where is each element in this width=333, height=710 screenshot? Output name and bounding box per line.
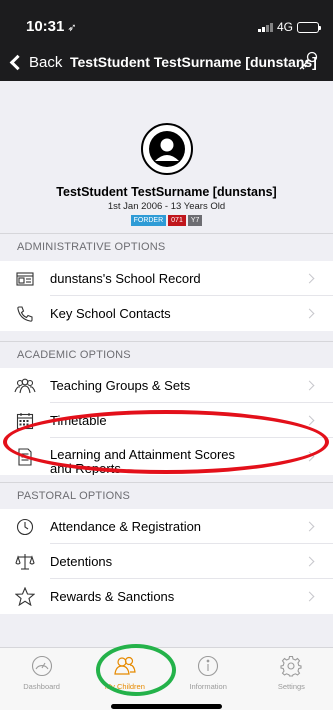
row-attendance[interactable]: Attendance & Registration [0, 509, 333, 544]
id-card-icon [0, 271, 50, 287]
row-label: Learning and Attainment Scores and Repor… [50, 446, 236, 475]
battery-icon [297, 21, 321, 33]
row-label: Timetable [50, 413, 107, 428]
group-icon [0, 378, 50, 394]
row-timetable[interactable]: Timetable [0, 403, 333, 438]
row-learning-attainment[interactable]: Learning and Attainment Scores and Repor… [0, 438, 333, 475]
key-icon[interactable] [297, 50, 319, 77]
avatar [141, 123, 193, 175]
location-arrow-icon: ➶ [67, 22, 77, 34]
clock-icon [0, 518, 50, 536]
tab-dashboard[interactable]: Dashboard [0, 648, 83, 710]
row-label: dunstans's School Record [50, 271, 201, 286]
nav-title: TestStudent TestSurname [dunstans] [70, 54, 317, 70]
row-label: Rewards & Sanctions [50, 589, 175, 604]
phone-icon [0, 305, 50, 323]
badge-year: Y7 [187, 215, 203, 226]
people-icon [114, 656, 136, 675]
dashboard-icon [31, 655, 52, 677]
section-header-administrative: ADMINISTRATIVE OPTIONS [0, 233, 333, 261]
chevron-right-icon [304, 273, 315, 284]
header: 10:31 ➶ 4G Back TestStudent TestSurname [… [0, 0, 333, 81]
row-school-record[interactable]: dunstans's School Record [0, 261, 333, 296]
chevron-right-icon [304, 451, 315, 462]
star-icon [0, 587, 50, 606]
chevron-right-icon [304, 556, 315, 567]
info-icon [198, 655, 219, 677]
badge-form: FORDER [130, 215, 167, 226]
student-dob: 1st Jan 2006 - 13 Years Old [107, 201, 226, 212]
network-label: 4G [276, 20, 293, 34]
home-indicator [111, 704, 222, 709]
tab-label: My Children [104, 682, 145, 691]
section-header-academic: ACADEMIC OPTIONS [0, 341, 333, 369]
status-time: 10:31 ➶ [26, 18, 77, 35]
back-button[interactable]: Back [8, 54, 62, 71]
student-name: TestStudent TestSurname [dunstans] [56, 185, 277, 199]
chevron-right-icon [304, 380, 315, 391]
badges: FORDER 071 Y7 [0, 215, 333, 226]
row-rewards[interactable]: Rewards & Sanctions [0, 579, 333, 614]
profile-section: TestStudent TestSurname [dunstans] 1st J… [0, 81, 333, 234]
section-header-pastoral: PASTORAL OPTIONS [0, 482, 333, 510]
back-label: Back [29, 54, 63, 71]
chevron-left-icon [9, 54, 26, 71]
tab-label: Information [189, 682, 227, 691]
row-teaching-groups[interactable]: Teaching Groups & Sets [0, 368, 333, 403]
calendar-icon [0, 412, 50, 430]
status-right: 4G [257, 20, 321, 34]
tab-label: Dashboard [23, 682, 60, 691]
person-icon [149, 131, 185, 167]
tab-information[interactable]: Information [167, 648, 250, 710]
chevron-right-icon [304, 591, 315, 602]
row-detentions[interactable]: Detentions [0, 544, 333, 579]
row-label: Attendance & Registration [50, 519, 202, 534]
badge-code: 071 [168, 215, 186, 226]
status-bar: 10:31 ➶ 4G [0, 0, 333, 40]
tab-label: Settings [277, 682, 305, 691]
chevron-right-icon [304, 521, 315, 532]
row-label: Key School Contacts [50, 306, 171, 321]
tab-bar: Dashboard My Children Information Settin… [0, 647, 333, 710]
tab-settings[interactable]: Settings [250, 648, 333, 710]
document-icon [0, 447, 50, 466]
tab-my-children[interactable]: My Children [83, 648, 166, 710]
row-key-contacts[interactable]: Key School Contacts [0, 296, 333, 331]
gear-icon [280, 655, 302, 677]
scales-icon [0, 553, 50, 571]
row-label: Detentions [50, 554, 113, 569]
nav-bar: Back TestStudent TestSurname [dunstans] [0, 48, 333, 78]
chevron-right-icon [304, 308, 315, 319]
row-label: Teaching Groups & Sets [50, 378, 191, 393]
chevron-right-icon [304, 415, 315, 426]
time-text: 10:31 [26, 18, 65, 35]
signal-icon [257, 22, 273, 32]
